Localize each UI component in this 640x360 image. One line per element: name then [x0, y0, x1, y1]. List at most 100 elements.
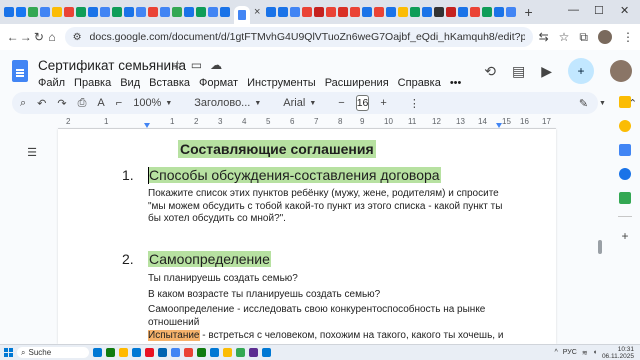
tab[interactable]: [148, 7, 158, 17]
account-avatar[interactable]: [610, 60, 632, 82]
taskbar-search[interactable]: ⌕ Suche: [17, 347, 89, 358]
forward-icon[interactable]: →: [19, 30, 32, 44]
taskbar-app-icon[interactable]: [132, 348, 141, 357]
tab[interactable]: [326, 7, 337, 17]
reload-icon[interactable]: ↻: [32, 30, 45, 44]
editing-mode-icon[interactable]: ✎: [579, 97, 588, 110]
home-icon[interactable]: ⌂: [45, 30, 58, 44]
star-icon[interactable]: ☆: [172, 58, 183, 72]
tab[interactable]: [338, 7, 349, 17]
tab[interactable]: [362, 7, 373, 17]
tab[interactable]: [40, 7, 50, 17]
tab[interactable]: [28, 7, 38, 17]
tab[interactable]: [220, 7, 230, 17]
tab[interactable]: [278, 7, 289, 17]
paint-format-icon[interactable]: ⌐: [116, 97, 122, 109]
tab[interactable]: [458, 7, 469, 17]
tab[interactable]: [196, 7, 206, 17]
paragraph-style-select[interactable]: Заголово... ▼: [194, 97, 261, 109]
horizontal-ruler[interactable]: 2 1 1 2 3 4 5 6 7 8 9 10 11 12 13 14 15 …: [58, 117, 556, 129]
meet-video-icon[interactable]: ▶: [541, 63, 552, 80]
tab[interactable]: [290, 7, 301, 17]
close-tab-icon[interactable]: ×: [254, 6, 260, 18]
cloud-saved-icon[interactable]: ☁: [210, 58, 222, 72]
browser-menu-icon[interactable]: ⋮: [622, 30, 634, 44]
wifi-icon[interactable]: ≋: [582, 349, 588, 357]
tab[interactable]: [386, 7, 397, 17]
tab[interactable]: [302, 7, 313, 17]
contacts-icon[interactable]: [619, 168, 631, 180]
chevron-up-icon[interactable]: ^: [555, 349, 558, 356]
comments-icon[interactable]: ▤: [512, 63, 525, 80]
taskbar-app-icon[interactable]: [184, 348, 193, 357]
tab[interactable]: [208, 7, 218, 17]
redo-icon[interactable]: ↷: [57, 97, 66, 110]
menu-extensions[interactable]: Расширения: [325, 77, 389, 89]
document-outline-button[interactable]: ☰: [22, 144, 42, 160]
keyboard-language[interactable]: РУС: [563, 349, 577, 356]
taskbar-app-icon[interactable]: [119, 348, 128, 357]
minimize-icon[interactable]: —: [568, 4, 579, 16]
menu-tools[interactable]: Инструменты: [247, 77, 316, 89]
menu-format[interactable]: Формат: [199, 77, 238, 89]
tab[interactable]: [124, 7, 134, 17]
tab[interactable]: [160, 7, 170, 17]
tab[interactable]: [184, 7, 194, 17]
url-field[interactable]: ⚙ docs.google.com/document/d/1gtFTMvhG4U…: [64, 27, 533, 47]
tab[interactable]: [172, 7, 182, 17]
chevron-down-icon[interactable]: ▼: [599, 100, 606, 107]
tasks-icon[interactable]: [619, 144, 631, 156]
undo-icon[interactable]: ↶: [37, 97, 46, 110]
tab[interactable]: [100, 7, 110, 17]
new-tab-button[interactable]: +: [524, 4, 532, 20]
close-window-icon[interactable]: ✕: [620, 4, 629, 17]
spellcheck-icon[interactable]: A: [97, 97, 104, 109]
indent-marker[interactable]: [144, 123, 150, 128]
taskbar-app-icon[interactable]: [262, 348, 271, 357]
docs-logo-icon[interactable]: [12, 60, 28, 82]
share-button[interactable]: +: [568, 58, 594, 84]
clock[interactable]: 10:31 06.11.2025: [602, 346, 634, 360]
history-icon[interactable]: ⟲: [484, 63, 496, 80]
tab[interactable]: [314, 7, 325, 17]
search-menus-icon[interactable]: ⌕: [20, 97, 26, 110]
tab[interactable]: [374, 7, 385, 17]
extensions-icon[interactable]: ⧉: [579, 30, 588, 45]
document-page[interactable]: Составляющие соглашения 1. Способы обсуж…: [58, 129, 556, 344]
taskbar-app-icon[interactable]: [145, 348, 154, 357]
bookmark-star-icon[interactable]: ☆: [559, 30, 570, 44]
tab[interactable]: [16, 7, 26, 17]
volume-icon[interactable]: ◖: [593, 349, 597, 356]
tab[interactable]: [4, 7, 14, 17]
back-icon[interactable]: ←: [6, 30, 19, 44]
font-family-select[interactable]: Arial ▼: [283, 97, 316, 109]
maximize-icon[interactable]: ☐: [594, 4, 604, 17]
tab[interactable]: [434, 7, 445, 17]
translate-icon[interactable]: ⇆: [539, 30, 549, 44]
menu-insert[interactable]: Вставка: [149, 77, 190, 89]
tab[interactable]: [76, 7, 86, 17]
zoom-select[interactable]: 100% ▼: [133, 97, 172, 109]
tab[interactable]: [52, 7, 62, 17]
tab[interactable]: [112, 7, 122, 17]
taskbar-app-icon[interactable]: [210, 348, 219, 357]
right-indent-marker[interactable]: [496, 123, 502, 128]
move-folder-icon[interactable]: ▭: [191, 58, 202, 72]
tab[interactable]: [482, 7, 493, 17]
calendar-icon[interactable]: [619, 96, 631, 108]
more-menu-icon[interactable]: •••: [450, 77, 462, 89]
maps-icon[interactable]: [619, 192, 631, 204]
add-addon-icon[interactable]: +: [621, 229, 628, 243]
taskbar-app-icon[interactable]: [93, 348, 102, 357]
tab[interactable]: [266, 7, 277, 17]
tab[interactable]: [506, 7, 517, 17]
tab[interactable]: [470, 7, 481, 17]
scrollbar-thumb[interactable]: [598, 240, 602, 254]
taskbar-app-icon[interactable]: [236, 348, 245, 357]
tab-active[interactable]: [234, 6, 250, 24]
windows-start-icon[interactable]: [4, 348, 13, 357]
tab[interactable]: [350, 7, 361, 17]
tab[interactable]: [136, 7, 146, 17]
keep-icon[interactable]: [619, 120, 631, 132]
tab[interactable]: [398, 7, 409, 17]
